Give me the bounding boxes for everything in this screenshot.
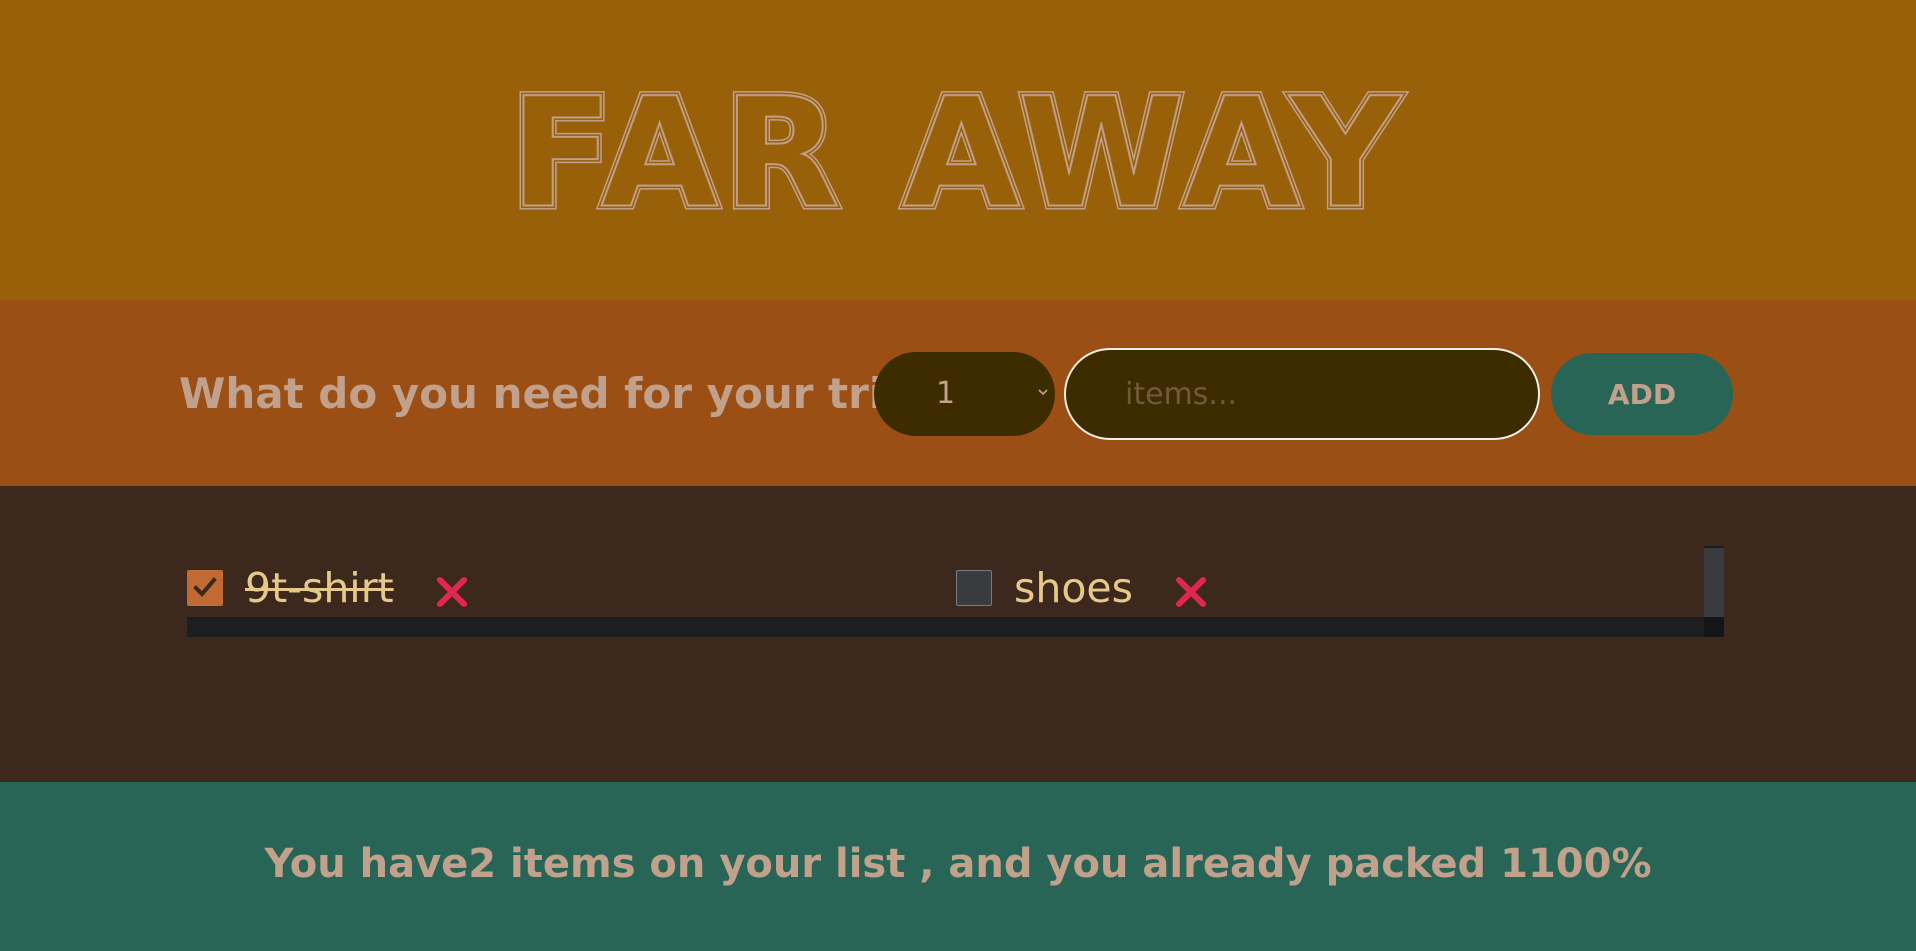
close-x-icon[interactable] (434, 574, 470, 610)
item-input-wrapper (1068, 352, 1536, 436)
checkmark-icon (193, 576, 217, 597)
item-input[interactable] (1068, 352, 1536, 436)
stats-text: You have2 items on your list , and you a… (264, 840, 1652, 887)
packed-checkbox[interactable] (187, 569, 223, 606)
add-button[interactable]: ADD (1551, 353, 1733, 435)
list-item: shoes (956, 559, 1209, 616)
app-header: FAR AWAY FAR AWAY FAR AWAY FAR AWAY FAR … (0, 0, 1916, 300)
vertical-scrollbar[interactable] (1704, 546, 1724, 617)
quantity-select[interactable]: 1 (874, 352, 1055, 436)
list-item: 9t-shirt (187, 559, 470, 616)
list-scroll-container[interactable]: 9t-shirt shoes (187, 546, 1724, 638)
stats-footer: You have2 items on your list , and you a… (0, 782, 1916, 951)
chevron-down-icon (1038, 389, 1048, 396)
far-away-logo: FAR AWAY FAR AWAY FAR AWAY FAR AWAY FAR … (506, 88, 1406, 213)
add-item-form: What do you need for your trip 1 ADD (0, 300, 1916, 486)
horizontal-scrollbar[interactable] (187, 617, 1704, 637)
svg-text:FAR AWAY: FAR AWAY (510, 88, 1406, 213)
close-x-icon[interactable] (1173, 574, 1209, 610)
packed-checkbox[interactable] (956, 569, 992, 606)
packing-list: 9t-shirt shoes (0, 486, 1916, 782)
form-prompt: What do you need for your trip (179, 369, 914, 418)
scrollbar-corner (1704, 617, 1724, 637)
item-label: shoes (1014, 563, 1134, 612)
app-root: FAR AWAY FAR AWAY FAR AWAY FAR AWAY FAR … (0, 0, 1916, 951)
item-label: 9t-shirt (245, 563, 394, 612)
quantity-value: 1 (936, 376, 956, 411)
